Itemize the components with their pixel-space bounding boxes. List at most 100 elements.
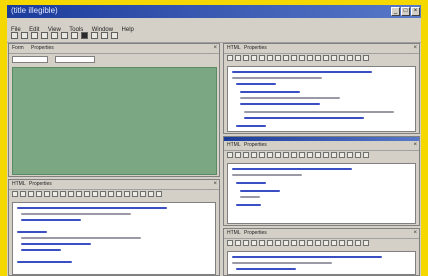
toolbar-icon[interactable]: [235, 240, 241, 246]
toolbar-icon[interactable]: [363, 240, 369, 246]
toolbar-icon[interactable]: [323, 152, 329, 158]
toolbar-icon[interactable]: [355, 55, 361, 61]
toolbar-icon[interactable]: [227, 152, 233, 158]
toolbar-icon[interactable]: [363, 55, 369, 61]
toolbar-icon[interactable]: [291, 240, 297, 246]
toolbar-icon[interactable]: [100, 191, 106, 197]
toolbar-icon[interactable]: [140, 191, 146, 197]
toolbar-icon[interactable]: [20, 191, 26, 197]
toolbar-icon[interactable]: [124, 191, 130, 197]
toolbar-icon[interactable]: [111, 32, 118, 39]
maximize-icon[interactable]: □: [401, 7, 410, 16]
toolbar-icon[interactable]: [60, 191, 66, 197]
toolbar-icon[interactable]: [251, 240, 257, 246]
toolbar-icon[interactable]: [21, 32, 28, 39]
toolbar-icon[interactable]: [315, 152, 321, 158]
toolbar-icon[interactable]: [331, 55, 337, 61]
toolbar-icon[interactable]: [92, 191, 98, 197]
toolbar-icon[interactable]: [91, 32, 98, 39]
toolbar-icon[interactable]: [12, 191, 18, 197]
toolbar-icon[interactable]: [41, 32, 48, 39]
toolbar-icon[interactable]: [227, 240, 233, 246]
close-icon[interactable]: ×: [413, 142, 417, 149]
toolbar-icon[interactable]: [307, 152, 313, 158]
toolbar-icon[interactable]: [132, 191, 138, 197]
tab-html[interactable]: HTML: [12, 181, 26, 188]
toolbar-icon[interactable]: [259, 55, 265, 61]
toolbar-icon[interactable]: [267, 240, 273, 246]
toolbar-icon[interactable]: [44, 191, 50, 197]
code-editor[interactable]: [12, 202, 216, 275]
toolbar-icon[interactable]: [235, 152, 241, 158]
toolbar-icon[interactable]: [299, 152, 305, 158]
toolbar-icon[interactable]: [347, 152, 353, 158]
toolbar-icon[interactable]: [259, 152, 265, 158]
toolbar-icon[interactable]: [243, 240, 249, 246]
toolbar-icon[interactable]: [116, 191, 122, 197]
toolbar-icon[interactable]: [331, 152, 337, 158]
toolbar-icon[interactable]: [355, 240, 361, 246]
tab-form[interactable]: Form: [12, 45, 24, 52]
toolbar-icon[interactable]: [355, 152, 361, 158]
toolbar-icon[interactable]: [283, 55, 289, 61]
code-editor[interactable]: [227, 66, 416, 132]
toolbar-icon[interactable]: [251, 55, 257, 61]
toolbar-icon[interactable]: [71, 32, 78, 39]
toolbar-icon[interactable]: [81, 32, 88, 39]
toolbar-icon[interactable]: [251, 152, 257, 158]
toolbar-icon[interactable]: [156, 191, 162, 197]
toolbar-icon[interactable]: [347, 55, 353, 61]
tab-html[interactable]: HTML: [227, 142, 241, 149]
toolbar-icon[interactable]: [76, 191, 82, 197]
toolbar-icon[interactable]: [275, 152, 281, 158]
code-editor[interactable]: [227, 251, 416, 275]
toolbar-icon[interactable]: [283, 152, 289, 158]
toolbar-icon[interactable]: [275, 240, 281, 246]
toolbar-icon[interactable]: [31, 32, 38, 39]
toolbar-icon[interactable]: [299, 55, 305, 61]
minimize-icon[interactable]: _: [391, 7, 400, 16]
toolbar-icon[interactable]: [267, 55, 273, 61]
close-icon[interactable]: ×: [411, 7, 420, 16]
toolbar-icon[interactable]: [299, 240, 305, 246]
toolbar-icon[interactable]: [28, 191, 34, 197]
tab-properties[interactable]: Properties: [29, 181, 52, 188]
toolbar-icon[interactable]: [339, 240, 345, 246]
toolbar-icon[interactable]: [235, 55, 241, 61]
toolbar-icon[interactable]: [148, 191, 154, 197]
code-editor[interactable]: [227, 163, 416, 224]
toolbar-icon[interactable]: [259, 240, 265, 246]
toolbar-icon[interactable]: [68, 191, 74, 197]
toolbar-icon[interactable]: [339, 152, 345, 158]
toolbar-icon[interactable]: [101, 32, 108, 39]
toolbar-icon[interactable]: [347, 240, 353, 246]
close-icon[interactable]: ×: [213, 181, 217, 188]
toolbar-icon[interactable]: [243, 152, 249, 158]
toolbar-icon[interactable]: [323, 55, 329, 61]
toolbar-icon[interactable]: [243, 55, 249, 61]
toolbar-icon[interactable]: [36, 191, 42, 197]
toolbar-icon[interactable]: [51, 32, 58, 39]
toolbar-icon[interactable]: [315, 240, 321, 246]
toolbar-icon[interactable]: [339, 55, 345, 61]
toolbar-icon[interactable]: [323, 240, 329, 246]
form-select[interactable]: [12, 56, 48, 63]
close-icon[interactable]: ×: [413, 230, 417, 237]
toolbar-icon[interactable]: [11, 32, 18, 39]
control-select[interactable]: [55, 56, 95, 63]
tab-properties[interactable]: Properties: [244, 45, 267, 52]
tab-properties[interactable]: Properties: [244, 230, 267, 237]
toolbar-icon[interactable]: [283, 240, 289, 246]
toolbar-icon[interactable]: [307, 55, 313, 61]
toolbar-icon[interactable]: [61, 32, 68, 39]
toolbar-icon[interactable]: [291, 55, 297, 61]
tab-html[interactable]: HTML: [227, 45, 241, 52]
toolbar-icon[interactable]: [267, 152, 273, 158]
tab-html[interactable]: HTML: [227, 230, 241, 237]
toolbar-icon[interactable]: [227, 55, 233, 61]
toolbar-icon[interactable]: [307, 240, 313, 246]
toolbar-icon[interactable]: [275, 55, 281, 61]
toolbar-icon[interactable]: [331, 240, 337, 246]
toolbar-icon[interactable]: [315, 55, 321, 61]
form-design-area[interactable]: [12, 67, 217, 175]
